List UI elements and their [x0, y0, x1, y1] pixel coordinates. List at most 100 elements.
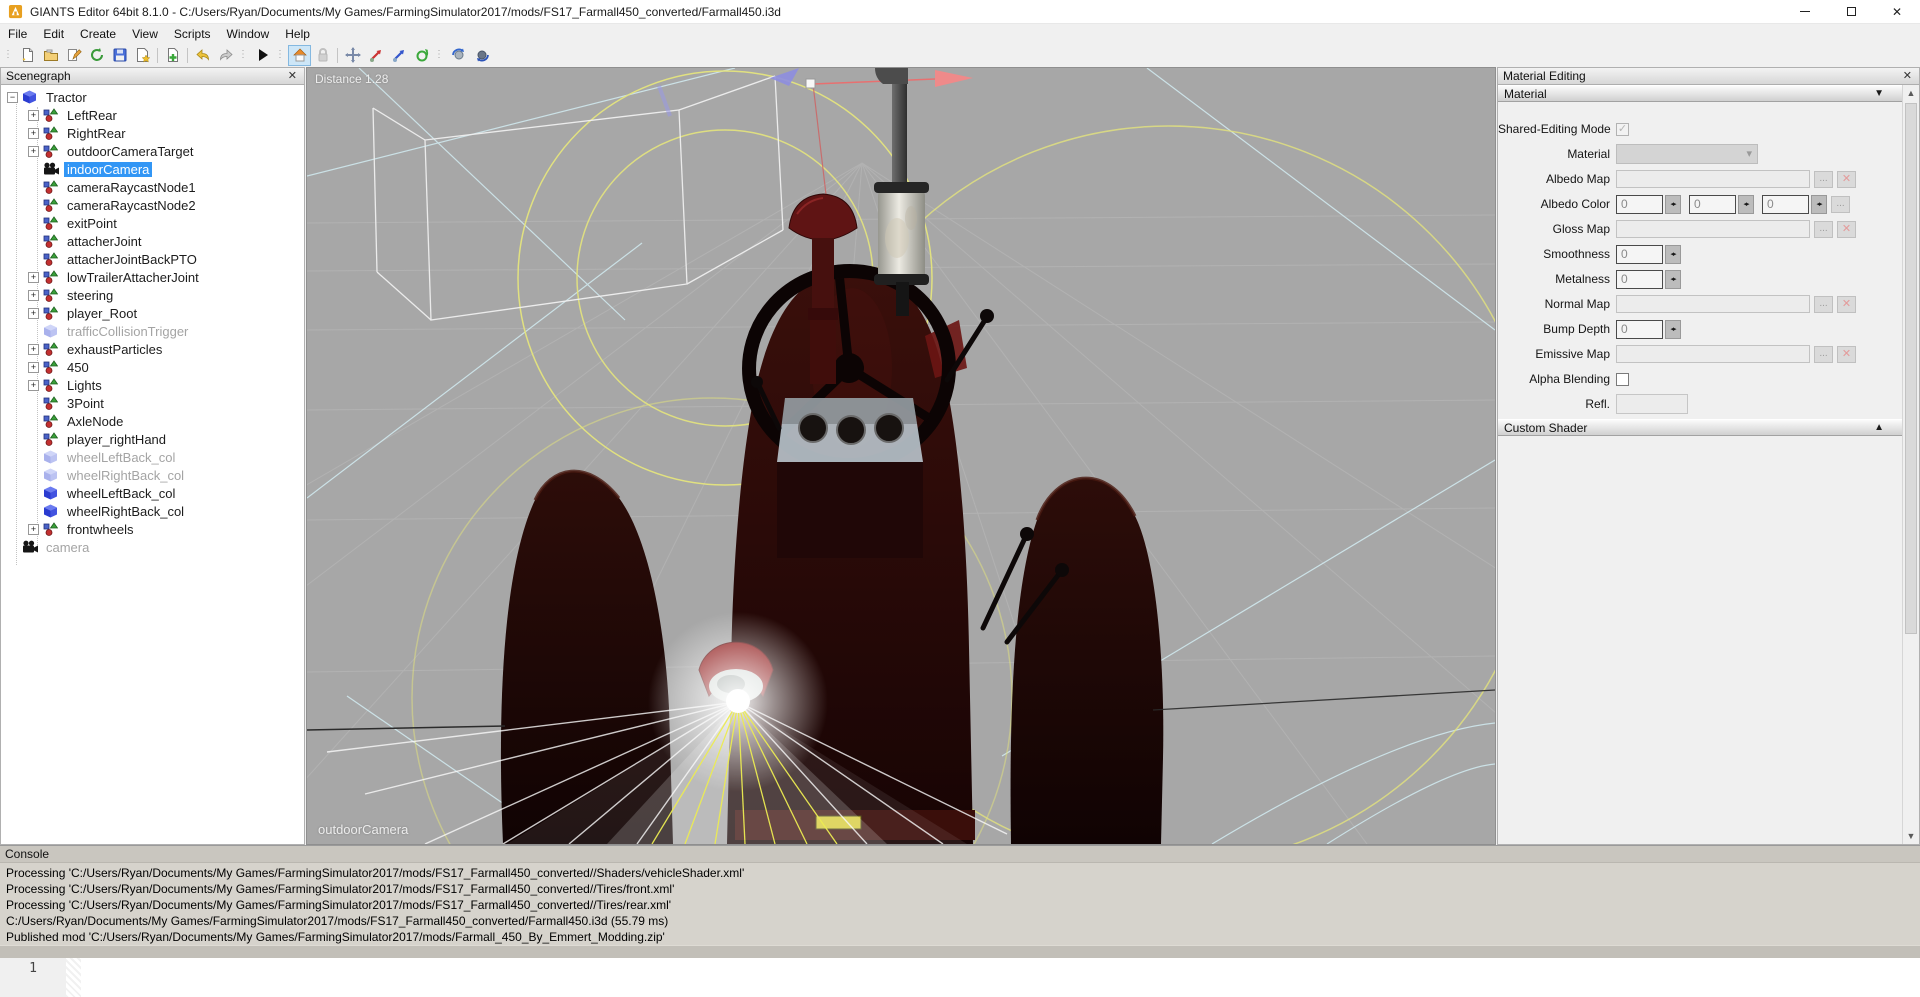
bump-depth-input[interactable]: [1616, 320, 1663, 339]
close-button[interactable]: ✕: [1874, 0, 1920, 23]
tree-item-player_rightHand[interactable]: player_rightHand: [1, 430, 304, 448]
play-button[interactable]: [251, 45, 274, 66]
expand-expander-icon[interactable]: +: [28, 110, 39, 121]
new-file-button[interactable]: [16, 45, 39, 66]
translate-gizmo-button[interactable]: [364, 45, 387, 66]
albedo-color-b-spinner[interactable]: ◂▸: [1811, 195, 1827, 214]
tree-item-wheelLeftBack_col[interactable]: wheelLeftBack_col: [1, 484, 304, 502]
albedo-color-r-input[interactable]: [1616, 195, 1663, 214]
menu-item[interactable]: Edit: [35, 25, 72, 43]
expand-expander-icon[interactable]: +: [28, 308, 39, 319]
refresh-view-button[interactable]: [470, 45, 493, 66]
menu-item[interactable]: Window: [219, 25, 278, 43]
metalness-spinner[interactable]: ◂▸: [1665, 270, 1681, 289]
metalness-input[interactable]: [1616, 270, 1663, 289]
expand-expander-icon[interactable]: +: [28, 290, 39, 301]
albedo-color-g-spinner[interactable]: ◂▸: [1738, 195, 1754, 214]
albedo-color-r-spinner[interactable]: ◂▸: [1665, 195, 1681, 214]
menu-item[interactable]: Scripts: [166, 25, 219, 43]
viewport-canvas[interactable]: Distance 1.28 outdoorCamera: [306, 67, 1496, 845]
custom-shader-section-bar[interactable]: Custom Shader ▲: [1498, 419, 1902, 436]
shared-editing-checkbox[interactable]: ✓: [1616, 123, 1629, 136]
material-panel-scrollbar[interactable]: ▲ ▼: [1902, 85, 1919, 844]
tree-item-Lights[interactable]: +Lights: [1, 376, 304, 394]
menu-item[interactable]: Help: [277, 25, 318, 43]
tree-item-attacherJointBackPTO[interactable]: attacherJointBackPTO: [1, 250, 304, 268]
material-section-bar[interactable]: Material ▼: [1498, 85, 1902, 102]
expand-expander-icon[interactable]: +: [28, 362, 39, 373]
normal-map-browse-button[interactable]: ...: [1814, 296, 1833, 313]
tree-item-frontwheels[interactable]: +frontwheels: [1, 520, 304, 538]
tree-item-indoorCamera[interactable]: indoorCamera: [1, 160, 304, 178]
minimize-button[interactable]: [1782, 0, 1828, 23]
material-panel-close-button[interactable]: ✕: [1901, 71, 1914, 82]
rotate-gizmo-button[interactable]: [387, 45, 410, 66]
reload-button[interactable]: [85, 45, 108, 66]
collapse-expander-icon[interactable]: −: [7, 92, 18, 103]
tree-item-player_Root[interactable]: +player_Root: [1, 304, 304, 322]
tree-item-Tractor[interactable]: −Tractor: [1, 88, 304, 106]
tree-item-outdoorCameraTarget[interactable]: +outdoorCameraTarget: [1, 142, 304, 160]
tree-item-cameraRaycastNode1[interactable]: cameraRaycastNode1: [1, 178, 304, 196]
maximize-button[interactable]: [1828, 0, 1874, 23]
emissive-map-delete-button[interactable]: ✕: [1837, 346, 1856, 363]
scenegraph-close-button[interactable]: ✕: [286, 71, 299, 82]
import-button[interactable]: [131, 45, 154, 66]
menu-item[interactable]: File: [0, 25, 35, 43]
menu-item[interactable]: Create: [72, 25, 124, 43]
tree-item-AxleNode[interactable]: AxleNode: [1, 412, 304, 430]
albedo-map-delete-button[interactable]: ✕: [1837, 171, 1856, 188]
tree-item-camera[interactable]: camera: [1, 538, 304, 556]
smoothness-input[interactable]: [1616, 245, 1663, 264]
refl-input[interactable]: [1616, 394, 1688, 414]
normal-map-input[interactable]: [1616, 295, 1810, 313]
albedo-map-input[interactable]: [1616, 170, 1810, 188]
add-file-button[interactable]: [161, 45, 184, 66]
scroll-up-icon[interactable]: ▲: [1903, 85, 1919, 101]
expand-expander-icon[interactable]: +: [28, 380, 39, 391]
bump-depth-spinner[interactable]: ◂▸: [1665, 320, 1681, 339]
expand-expander-icon[interactable]: +: [28, 272, 39, 283]
emissive-map-input[interactable]: [1616, 345, 1810, 363]
tree-item-3Point[interactable]: 3Point: [1, 394, 304, 412]
tree-item-exhaustParticles[interactable]: +exhaustParticles: [1, 340, 304, 358]
tree-item-trafficCollisionTrigger[interactable]: trafficCollisionTrigger: [1, 322, 304, 340]
tree-item-RightRear[interactable]: +RightRear: [1, 124, 304, 142]
expand-expander-icon[interactable]: +: [28, 146, 39, 157]
expand-expander-icon[interactable]: +: [28, 128, 39, 139]
tree-item-wheelRightBack_col[interactable]: wheelRightBack_col: [1, 502, 304, 520]
tree-item-LeftRear[interactable]: +LeftRear: [1, 106, 304, 124]
move-tool-button[interactable]: [341, 45, 364, 66]
tree-item-exitPoint[interactable]: exitPoint: [1, 214, 304, 232]
open-file-button[interactable]: [39, 45, 62, 66]
expand-expander-icon[interactable]: +: [28, 524, 39, 535]
script-input-area[interactable]: [81, 958, 1920, 997]
edit-scene-button[interactable]: [62, 45, 85, 66]
albedo-color-b-input[interactable]: [1762, 195, 1809, 214]
albedo-map-browse-button[interactable]: ...: [1814, 171, 1833, 188]
tree-item-450[interactable]: +450: [1, 358, 304, 376]
material-dropdown[interactable]: ▾: [1616, 144, 1758, 164]
albedo-color-picker-button[interactable]: ...: [1831, 196, 1850, 213]
tree-item-lowTrailerAttacherJoint[interactable]: +lowTrailerAttacherJoint: [1, 268, 304, 286]
gloss-map-browse-button[interactable]: ...: [1814, 221, 1833, 238]
console-horizontal-scrollbar[interactable]: [0, 945, 1920, 958]
tree-item-wheelRightBack_col[interactable]: wheelRightBack_col: [1, 466, 304, 484]
scale-gizmo-button[interactable]: [410, 45, 433, 66]
redo-button[interactable]: [214, 45, 237, 66]
smoothness-spinner[interactable]: ◂▸: [1665, 245, 1681, 264]
albedo-color-g-input[interactable]: [1689, 195, 1736, 214]
scrollbar-thumb[interactable]: [1905, 103, 1917, 634]
expand-expander-icon[interactable]: +: [28, 344, 39, 355]
orbit-camera-button[interactable]: [447, 45, 470, 66]
normal-map-delete-button[interactable]: ✕: [1837, 296, 1856, 313]
gloss-map-input[interactable]: [1616, 220, 1810, 238]
tree-item-cameraRaycastNode2[interactable]: cameraRaycastNode2: [1, 196, 304, 214]
tree-item-attacherJoint[interactable]: attacherJoint: [1, 232, 304, 250]
undo-button[interactable]: [191, 45, 214, 66]
gloss-map-delete-button[interactable]: ✕: [1837, 221, 1856, 238]
tree-item-wheelLeftBack_col[interactable]: wheelLeftBack_col: [1, 448, 304, 466]
scroll-down-icon[interactable]: ▼: [1903, 828, 1919, 844]
save-button[interactable]: [108, 45, 131, 66]
camera-mode-button[interactable]: [288, 45, 311, 66]
